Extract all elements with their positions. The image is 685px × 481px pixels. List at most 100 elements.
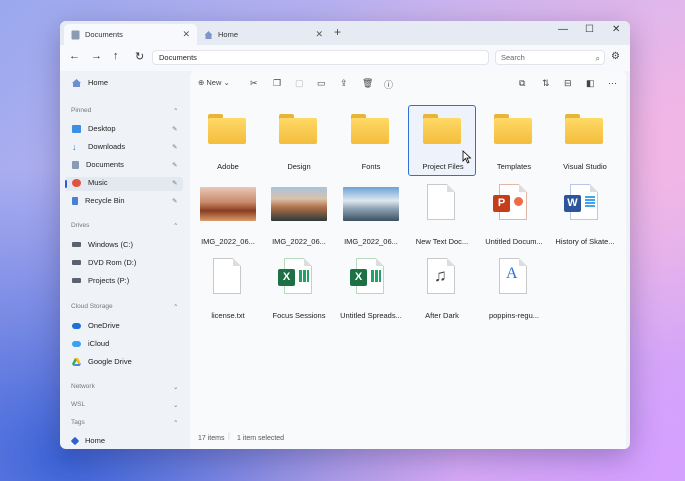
wsl-section-header[interactable]: WSL ⌄ [71, 401, 178, 409]
close-tab-icon[interactable]: ✕ [182, 29, 190, 40]
cloud-icon [72, 340, 81, 347]
search-input[interactable]: Search ⌕ [495, 50, 605, 65]
sidebar-item-desktop[interactable]: Desktop ✎ [72, 124, 177, 133]
new-tab-button[interactable]: + [334, 25, 341, 39]
forward-button[interactable]: → [91, 50, 102, 62]
sidebar: Home Pinned ⌃ Desktop ✎ ↓ Downloads ✎ Do… [60, 71, 190, 449]
sidebar-item-label: Music [88, 178, 108, 187]
sidebar-item-windows-drive[interactable]: Windows (C:) [72, 240, 133, 249]
chevron-up-icon: ⌃ [173, 304, 179, 311]
file-item[interactable]: X Focus Sessions [265, 257, 333, 325]
gear-icon[interactable]: ⚙ [611, 51, 620, 62]
sidebar-item-dvd-drive[interactable]: DVD Rom (D:) [72, 258, 136, 267]
sidebar-item-tag-home[interactable]: Home [70, 436, 106, 445]
info-icon[interactable]: ⓘ [384, 78, 393, 91]
selection-count: 1 item selected [237, 435, 285, 442]
new-button-label: New [206, 78, 222, 87]
paste-icon[interactable]: ▢ [295, 78, 304, 89]
cloud-section-header[interactable]: Cloud Storage ⌃ [71, 303, 178, 311]
file-label: Fonts [361, 162, 381, 171]
file-item[interactable]: Design [265, 106, 333, 176]
sort-icon[interactable]: ⇅ [542, 78, 550, 89]
drive-icon [72, 242, 81, 247]
close-window-button[interactable]: ✕ [612, 24, 620, 35]
share-icon[interactable]: ⇪ [340, 78, 348, 89]
sidebar-item-recycle-bin[interactable]: Recycle Bin ✎ [72, 196, 177, 205]
chevron-down-icon: ⌄ [223, 78, 230, 87]
pin-icon[interactable]: ✎ [172, 161, 177, 169]
file-item[interactable]: Adobe [194, 106, 262, 176]
command-toolbar: ⊕ New ⌄ ✂ ❐ ▢ ▭ ⇪ 🗑 ⓘ ⧉ ⇅ ⊟ ◧ ⋯ [190, 71, 626, 97]
up-button[interactable]: ↑ [113, 50, 119, 62]
download-icon: ↓ [72, 141, 77, 152]
file-item[interactable]: Visual Studio [551, 106, 619, 176]
sidebar-item-label: Recycle Bin [85, 196, 125, 205]
sidebar-item-projects-drive[interactable]: Projects (P:) [72, 276, 129, 285]
file-item[interactable]: IMG_2022_06... [194, 183, 262, 251]
sidebar-item-google-drive[interactable]: Google Drive [72, 357, 132, 366]
layout-icon[interactable]: ⧉ [519, 78, 525, 89]
folder-icon [351, 114, 389, 144]
delete-icon[interactable]: 🗑 [362, 78, 373, 89]
folder-icon [565, 114, 603, 144]
file-label: New Text Doc... [415, 237, 469, 246]
image-thumbnail [200, 187, 256, 221]
pinned-section-header[interactable]: Pinned ⌃ [71, 107, 178, 115]
cut-icon[interactable]: ✂ [250, 78, 258, 89]
tags-section-header[interactable]: Tags ⌃ [71, 419, 178, 427]
sidebar-item-label: Documents [86, 160, 124, 169]
pin-icon[interactable]: ✎ [172, 197, 177, 205]
tab-label: Home [218, 30, 239, 39]
sidebar-item-label: iCloud [88, 339, 110, 348]
tab-documents[interactable]: Documents ✕ [64, 24, 197, 45]
refresh-button[interactable]: ↻ [135, 50, 144, 63]
maximize-button[interactable]: ☐ [585, 24, 594, 35]
pin-icon[interactable]: ✎ [172, 125, 177, 133]
sidebar-item-downloads[interactable]: ↓ Downloads ✎ [72, 141, 177, 152]
close-tab-icon[interactable]: ✕ [315, 29, 323, 40]
file-item[interactable]: license.txt [194, 257, 262, 325]
address-bar[interactable]: Documents [152, 50, 489, 65]
group-icon[interactable]: ⊟ [564, 78, 572, 89]
more-options-icon[interactable]: ⋯ [608, 78, 617, 89]
file-item[interactable]: A poppins-regu... [480, 257, 548, 325]
file-item[interactable]: ♫ After Dark [408, 257, 476, 325]
file-item-selected[interactable]: Project Files [408, 105, 476, 176]
status-bar: 17 items | 1 item selected [190, 429, 626, 449]
audio-file-icon: ♫ [427, 258, 455, 294]
file-item[interactable]: P Untitled Docum... [480, 183, 548, 251]
network-section-header[interactable]: Network ⌄ [71, 383, 178, 391]
sidebar-item-label: Windows (C:) [88, 240, 134, 249]
sidebar-item-onedrive[interactable]: OneDrive [72, 321, 120, 330]
drives-section-header[interactable]: Drives ⌃ [71, 222, 178, 230]
minimize-button[interactable]: — [558, 24, 568, 35]
file-item[interactable]: X Untitled Spreads... [337, 257, 405, 325]
sidebar-item-music[interactable]: Music ✎ [72, 178, 177, 187]
preview-pane-icon[interactable]: ◧ [586, 78, 595, 89]
rename-icon[interactable]: ▭ [317, 78, 326, 89]
file-item[interactable]: W History of Skate... [551, 183, 619, 251]
new-button[interactable]: ⊕ New ⌄ [198, 78, 230, 87]
copy-icon[interactable]: ❐ [273, 78, 281, 89]
pin-icon[interactable]: ✎ [172, 143, 177, 151]
document-icon [72, 160, 79, 169]
file-item[interactable]: IMG_2022_06... [337, 183, 405, 251]
sidebar-item-icloud[interactable]: iCloud [72, 339, 109, 348]
file-label: History of Skate... [555, 237, 615, 246]
file-item[interactable]: Templates [480, 106, 548, 176]
tag-icon [70, 436, 80, 445]
back-button[interactable]: ← [69, 50, 80, 62]
file-item[interactable]: IMG_2022_06... [265, 183, 333, 251]
file-item[interactable]: Fonts [337, 106, 405, 176]
sidebar-item-home[interactable]: Home [72, 78, 108, 87]
file-label: Adobe [217, 162, 239, 171]
tab-home[interactable]: Home ✕ [197, 24, 330, 45]
desktop-icon [72, 124, 81, 133]
file-item[interactable]: New Text Doc... [408, 183, 476, 251]
pin-icon[interactable]: ✎ [172, 179, 177, 187]
search-placeholder: Search [501, 53, 525, 62]
sidebar-item-documents[interactable]: Documents ✎ [72, 160, 177, 169]
drive-icon [72, 260, 81, 265]
excel-icon: X [278, 258, 312, 294]
sidebar-item-label: Home [85, 436, 106, 445]
